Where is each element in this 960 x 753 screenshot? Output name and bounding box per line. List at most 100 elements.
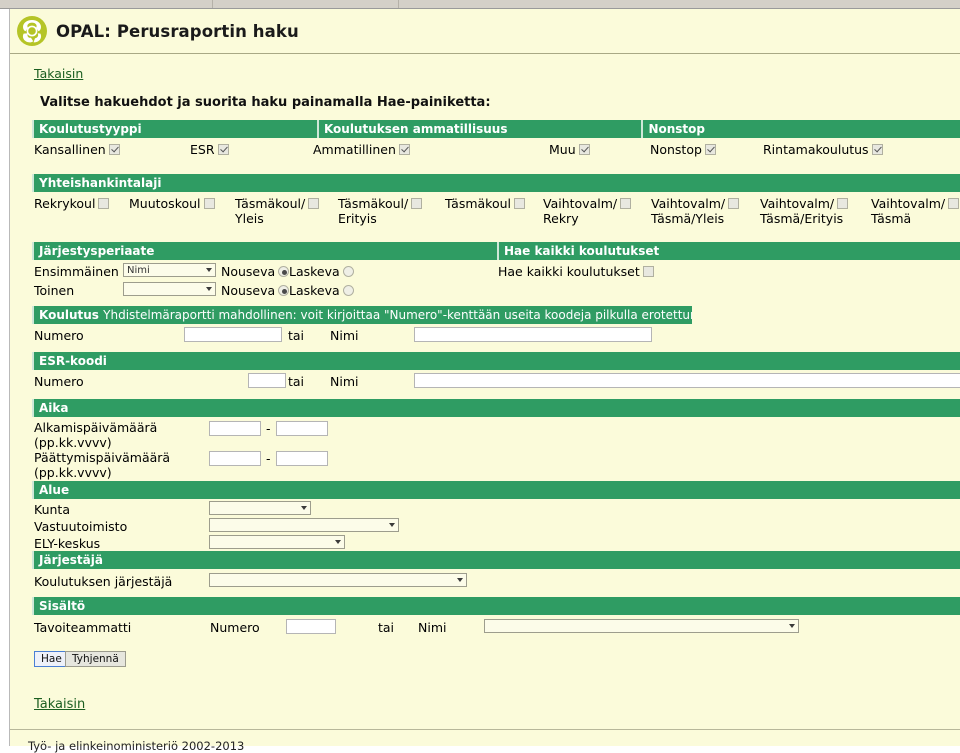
row-jarjestysperiaate-fields: Ensimmäinen Nimi Nouseva Laskeva Toinen (10, 260, 960, 304)
input-esr-nimi[interactable] (414, 373, 960, 388)
radio-toinen-laskeva[interactable] (342, 285, 354, 296)
label-tavoiteammatti-numero: Numero (210, 620, 260, 635)
section-header-yhteishankintalaji: Yhteishankintalaji (32, 174, 960, 192)
label-ensimmainen-nouseva: Nouseva (221, 264, 276, 279)
input-koulutus-numero[interactable] (184, 327, 282, 342)
checkbox-ammatillinen[interactable] (398, 144, 410, 155)
field-rekrykoul[interactable]: Rekrykoul (34, 196, 126, 211)
checkbox-vaihtovalm-tasma-yleis[interactable] (728, 198, 740, 209)
input-tavoiteammatti-numero[interactable] (286, 619, 336, 634)
field-vaihtovalm-tasma-erityis[interactable]: Vaihtovalm/Täsmä/Erityis (760, 196, 875, 226)
field-vaihtovalm-tasma-yleis[interactable]: Vaihtovalm/Täsmä/Yleis (651, 196, 761, 226)
label-kansallinen: Kansallinen (34, 142, 106, 157)
back-link-bottom[interactable]: Takaisin (34, 697, 85, 712)
field-ensimmainen-nouseva[interactable]: Nouseva (221, 264, 290, 279)
label-rekrykoul: Rekrykoul (34, 196, 96, 211)
row-1-fields: Kansallinen ESR Ammatillinen Muu Nonstop… (10, 138, 960, 168)
radio-toinen-nouseva[interactable] (278, 285, 290, 296)
field-rintamakoulutus[interactable]: Rintamakoulutus (763, 142, 883, 157)
select-ely-keskus[interactable] (209, 535, 345, 549)
label-vaihtovalm-tasma: Vaihtovalm/ (871, 196, 946, 211)
section-header-koulutus: Koulutus Yhdistelmäraportti mahdollinen:… (32, 306, 692, 324)
row-sisalto-fields: Tavoiteammatti Numero tai Nimi (10, 615, 960, 645)
field-hae-kaikki-koulutukset[interactable]: Hae kaikki koulutukset (498, 264, 654, 279)
section-header-jarjestaja: Järjestäjä (32, 551, 960, 569)
left-gutter (0, 9, 10, 746)
checkbox-vaihtovalm-tasma[interactable] (948, 198, 960, 209)
label-alkamispaivamaara: Alkamispäivämäärä (pp.kk.vvvv) (34, 420, 158, 450)
field-toinen-laskeva[interactable]: Laskeva (289, 283, 354, 298)
checkbox-esr[interactable] (217, 144, 229, 155)
select-toinen[interactable] (123, 282, 216, 296)
chevron-down-icon (206, 268, 212, 272)
select-ensimmainen-value: Nimi (127, 264, 150, 276)
back-link-top[interactable]: Takaisin (34, 66, 83, 81)
label-vaihtovalm-tasma-erityis: Vaihtovalm/ (760, 196, 835, 211)
field-esr[interactable]: ESR (190, 142, 229, 157)
input-paattymis-from[interactable] (209, 451, 261, 466)
label-esr: ESR (190, 142, 215, 157)
field-toinen-nouseva[interactable]: Nouseva (221, 283, 290, 298)
search-button[interactable]: Hae (34, 651, 69, 667)
section-header-koulutus-note: Yhdistelmäraportti mahdollinen: voit kir… (103, 308, 692, 322)
section-header-ammatillisuus: Koulutuksen ammatillisuus (316, 120, 642, 138)
chevron-down-icon (206, 287, 212, 291)
checkbox-tasmakoul[interactable] (514, 198, 526, 209)
select-tavoiteammatti-nimi[interactable] (484, 619, 799, 633)
field-muu[interactable]: Muu (549, 142, 590, 157)
button-row: Hae Tyhjennä (10, 645, 960, 675)
label-ely-keskus: ELY-keskus (34, 536, 101, 551)
label-rintamakoulutus: Rintamakoulutus (763, 142, 869, 157)
field-ammatillinen[interactable]: Ammatillinen (313, 142, 410, 157)
checkbox-hae-kaikki-koulutukset[interactable] (642, 266, 654, 277)
field-kansallinen[interactable]: Kansallinen (34, 142, 120, 157)
checkbox-vaihtovalm-tasma-erityis[interactable] (837, 198, 849, 209)
field-nonstop[interactable]: Nonstop (650, 142, 716, 157)
field-tasmakoul[interactable]: Täsmäkoul (445, 196, 545, 211)
section-bars-row-2: Yhteishankintalaji (10, 174, 960, 192)
field-tasmakoul-yleis[interactable]: Täsmäkoul/Yleis (235, 196, 335, 226)
input-alkamis-to[interactable] (276, 421, 328, 436)
label-toinen-nouseva: Nouseva (221, 283, 276, 298)
field-vaihtovalm-rekry[interactable]: Vaihtovalm/Rekry (543, 196, 648, 226)
label-esr-numero: Numero (34, 374, 84, 389)
section-header-aika: Aika (32, 399, 960, 417)
checkbox-tasmakoul-erityis[interactable] (411, 198, 423, 209)
checkbox-rintamakoulutus[interactable] (871, 144, 883, 155)
field-ensimmainen-laskeva[interactable]: Laskeva (289, 264, 354, 279)
input-alkamis-from[interactable] (209, 421, 261, 436)
form-body: Takaisin Valitse hakuehdot ja suorita ha… (10, 54, 960, 715)
label-muu: Muu (549, 142, 576, 157)
select-vastuutoimisto[interactable] (209, 518, 399, 532)
label-koulutus-nimi: Nimi (330, 328, 359, 343)
radio-ensimmainen-nouseva[interactable] (278, 266, 290, 277)
checkbox-nonstop[interactable] (704, 144, 716, 155)
input-koulutus-nimi[interactable] (414, 327, 652, 342)
checkbox-muutoskoul[interactable] (203, 198, 215, 209)
section-bars-row-6: Aika (10, 399, 960, 417)
select-koulutuksen-jarjestaja[interactable] (209, 573, 467, 587)
select-kunta[interactable] (209, 501, 311, 515)
section-header-jarjestysperiaate: Järjestysperiaate (32, 242, 497, 260)
select-ensimmainen[interactable]: Nimi (123, 263, 216, 277)
field-tasmakoul-erityis[interactable]: Täsmäkoul/Erityis (338, 196, 443, 226)
checkbox-muu[interactable] (578, 144, 590, 155)
section-bars-row-4: Koulutus Yhdistelmäraportti mahdollinen:… (10, 306, 960, 324)
label-toinen-laskeva: Laskeva (289, 283, 340, 298)
checkbox-tasmakoul-yleis[interactable] (308, 198, 320, 209)
input-paattymis-to[interactable] (276, 451, 328, 466)
field-vaihtovalm-tasma[interactable]: Vaihtovalm/Täsmä (871, 196, 960, 226)
label-koulutuksen-jarjestaja: Koulutuksen järjestäjä (34, 574, 173, 589)
app-title: OPAL: Perusraportin haku (56, 21, 299, 41)
checkbox-rekrykoul[interactable] (98, 198, 110, 209)
label-vaihtovalm-rekry: Vaihtovalm/ (543, 196, 618, 211)
chevron-down-icon (789, 624, 795, 628)
checkbox-kansallinen[interactable] (108, 144, 120, 155)
clear-button[interactable]: Tyhjennä (65, 651, 126, 667)
radio-ensimmainen-laskeva[interactable] (342, 266, 354, 277)
section-bars-row-3: Järjestysperiaate Hae kaikki koulutukset (10, 242, 960, 260)
field-muutoskoul[interactable]: Muutoskoul (129, 196, 229, 211)
input-esr-numero[interactable] (248, 373, 286, 388)
checkbox-vaihtovalm-rekry[interactable] (620, 198, 632, 209)
browser-chrome-strip (0, 0, 960, 9)
